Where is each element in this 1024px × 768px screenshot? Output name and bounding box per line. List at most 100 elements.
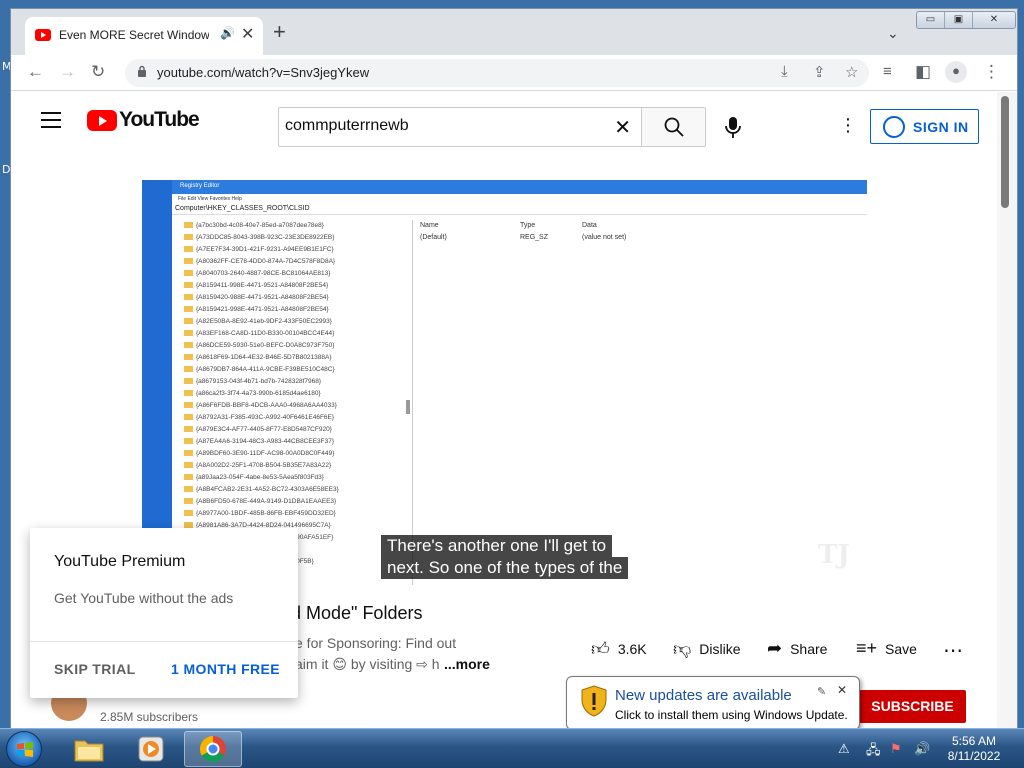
windows-update-notification[interactable]: New updates are available Click to insta… xyxy=(566,676,860,743)
tab-search-chevron-icon[interactable]: ⌄ xyxy=(887,25,899,42)
back-arrow-icon[interactable]: ← xyxy=(27,62,44,82)
media-player-icon xyxy=(138,736,164,762)
network-tray-icon[interactable]: 🖧 xyxy=(866,741,881,763)
browser-toolbar: ← → ↻ youtube.com/watch?v=Snv3jegYkew ⤓ … xyxy=(11,55,1017,91)
minimize-button[interactable]: ▭ xyxy=(917,12,945,28)
warning-shield-icon xyxy=(581,685,607,717)
tab-title: Even MORE Secret Windows xyxy=(59,28,209,42)
chrome-taskbar-button[interactable] xyxy=(184,731,242,767)
system-clock[interactable]: 5:56 AM 8/11/2022 xyxy=(940,734,1008,764)
url-text[interactable]: youtube.com/watch?v=Snv3jegYkew xyxy=(157,65,369,80)
subscriber-count: 2.85M subscribers xyxy=(100,710,199,724)
close-notification-icon[interactable]: ✕ xyxy=(837,683,847,697)
thumbs-up-icon: 👍︎ xyxy=(591,639,610,659)
close-window-button[interactable]: ✕ xyxy=(973,12,1015,28)
speaker-icon[interactable]: 🔊 xyxy=(220,26,235,40)
address-bar[interactable]: youtube.com/watch?v=Snv3jegYkew ⤓ ⇪ ☆ xyxy=(125,59,869,87)
registry-key-row: {A87EA4A6-3194-48C3-A983-44CB8CEE3F37} xyxy=(172,436,412,448)
registry-key-row: {A8792A31-F385-493C-A992-40F6461E46F6E} xyxy=(172,412,412,424)
youtube-logo[interactable]: YouTube xyxy=(87,108,200,132)
video-player[interactable]: Registry Editor File Edit View Favorites… xyxy=(142,180,867,585)
registry-key-row: {A8618F69-1D64-4E32-B46E-5D7B8021388A} xyxy=(172,352,412,364)
premium-heading: YouTube Premium xyxy=(54,553,186,570)
share-button[interactable]: ➦ Share xyxy=(767,638,827,659)
registry-key-row: {a89Jaa23-054F-4abe-8e53-5Aea5f803Fd3} xyxy=(172,472,412,484)
description-line-1: e for Sponsoring: Find out xyxy=(295,635,457,651)
explorer-taskbar-button[interactable] xyxy=(60,731,118,767)
one-month-free-button[interactable]: 1 MONTH FREE xyxy=(171,661,280,677)
profile-avatar-icon[interactable]: ● xyxy=(945,61,967,83)
registry-key-row: {A80362FF-CE78-4DD0-874A-7D4C578F8D8A} xyxy=(172,256,412,268)
video-desktop-strip xyxy=(142,180,172,585)
search-input[interactable]: commputerrnewb ✕ xyxy=(278,107,642,147)
search-query-text[interactable]: commputerrnewb xyxy=(285,117,409,135)
update-tray-icon[interactable]: ⚠ xyxy=(838,741,850,757)
update-subtext: Click to install them using Windows Upda… xyxy=(615,708,848,722)
guide-menu-icon[interactable] xyxy=(41,112,61,128)
account-circle-icon xyxy=(883,116,905,138)
clock-time: 5:56 AM xyxy=(951,734,997,748)
registry-menu: File Edit View Favorites Help xyxy=(178,196,242,202)
forward-arrow-icon[interactable]: → xyxy=(59,62,76,82)
registry-path: Computer\HKEY_CLASSES_ROOT\CLSID xyxy=(172,204,867,215)
share-label: Share xyxy=(790,640,828,657)
video-title: od Mode" Folders xyxy=(281,603,423,623)
registry-key-row: {A8B6FD50-678E-449A-9149-D1DBA1EAAEE3} xyxy=(172,496,412,508)
volume-tray-icon[interactable]: 🔊 xyxy=(914,741,930,757)
tab-strip: Even MORE Secret Windows 🔊 ✕ + ⌄ ▭ ▣ ✕ xyxy=(11,9,1017,55)
caption-line-1: There's another one I'll get to xyxy=(381,535,613,557)
like-button[interactable]: 👍︎ 3.6K xyxy=(591,638,647,660)
registry-key-row: {a7bc30bd-4c08-40e7-85ed-a7087dee78e8} xyxy=(172,220,412,232)
maximize-button[interactable]: ▣ xyxy=(945,12,973,28)
start-button[interactable] xyxy=(6,731,42,767)
premium-divider xyxy=(30,641,298,642)
media-player-taskbar-button[interactable] xyxy=(122,731,180,767)
description-line-2: aim it 😊 by visiting ⇨ h xyxy=(295,656,440,672)
bookmark-star-icon[interactable]: ☆ xyxy=(845,63,858,81)
chrome-icon xyxy=(199,735,226,763)
share-page-icon[interactable]: ⇪ xyxy=(813,63,826,81)
save-label: Save xyxy=(885,640,917,657)
show-more-link[interactable]: ...more xyxy=(444,656,490,672)
chrome-menu-icon[interactable]: ⋮ xyxy=(983,62,1000,82)
options-wrench-icon[interactable]: ✎ xyxy=(817,685,826,698)
folder-icon xyxy=(74,740,104,762)
media-control-icon[interactable]: ≡ xyxy=(883,62,892,82)
share-arrow-icon: ➦ xyxy=(767,638,783,658)
close-tab-icon[interactable]: ✕ xyxy=(241,24,254,44)
action-center-flag-icon[interactable]: ⚑ xyxy=(890,741,902,757)
settings-kebab-icon[interactable]: ⋮ xyxy=(839,116,857,134)
side-panel-icon[interactable]: ◧ xyxy=(915,62,931,82)
scrollbar-thumb[interactable] xyxy=(1001,96,1009,208)
registry-key-row: {A8159421-998E-4471-9521-A84808F2BE54} xyxy=(172,304,412,316)
clear-search-icon[interactable]: ✕ xyxy=(614,115,631,140)
youtube-play-logo-icon xyxy=(87,109,117,131)
page-scrollbar[interactable] xyxy=(997,92,1017,729)
registry-default-value-row: (Default) REG_SZ (value not set) xyxy=(420,234,627,241)
skip-trial-button[interactable]: SKIP TRIAL xyxy=(54,661,136,677)
dislike-button[interactable]: 👎︎ Dislike xyxy=(673,638,741,660)
new-tab-button[interactable]: + xyxy=(273,21,286,43)
clock-date: 8/11/2022 xyxy=(947,749,1001,763)
registry-key-row: {A879E3C4-AF77-4405-8F77-E8D5487CF920} xyxy=(172,424,412,436)
install-app-icon[interactable]: ⤓ xyxy=(781,63,788,80)
registry-key-row: {A7EE7F34-39D1-421F-9231-A94EE9B1E1FC} xyxy=(172,244,412,256)
registry-key-row: {A8977A00-1BDF-485B-86FB-EBF459DD32ED} xyxy=(172,508,412,520)
registry-key-row: {A86F6FDB-BBF8-4DCB-AAA0-4968A6AA4033} xyxy=(172,400,412,412)
premium-promo-popup: YouTube Premium Get YouTube without the … xyxy=(30,528,298,698)
more-actions-icon[interactable]: ⋯ xyxy=(943,638,963,663)
sign-in-button[interactable]: SIGN IN xyxy=(870,109,979,144)
voice-search-mic-icon[interactable] xyxy=(723,116,743,140)
registry-key-row: {A86DCE59-5930-51e0-BEFC-D0A8C973F750} xyxy=(172,340,412,352)
channel-watermark: TJ xyxy=(818,540,850,570)
like-count: 3.6K xyxy=(617,641,647,657)
save-button[interactable]: ≡+ Save xyxy=(856,638,917,659)
search-icon xyxy=(664,117,684,137)
subscribe-button[interactable]: SUBSCRIBE xyxy=(859,690,966,723)
reload-icon[interactable]: ↻ xyxy=(91,62,105,82)
thumbs-down-icon: 👎︎ xyxy=(673,639,692,659)
registry-key-row: {A8679DB7-864A-411A-9CBE-F39BE510C48C} xyxy=(172,364,412,376)
tab-youtube[interactable]: Even MORE Secret Windows 🔊 ✕ xyxy=(25,17,263,55)
search-button[interactable] xyxy=(641,107,706,147)
caption-line-2: next. So one of the types of the xyxy=(381,557,629,579)
